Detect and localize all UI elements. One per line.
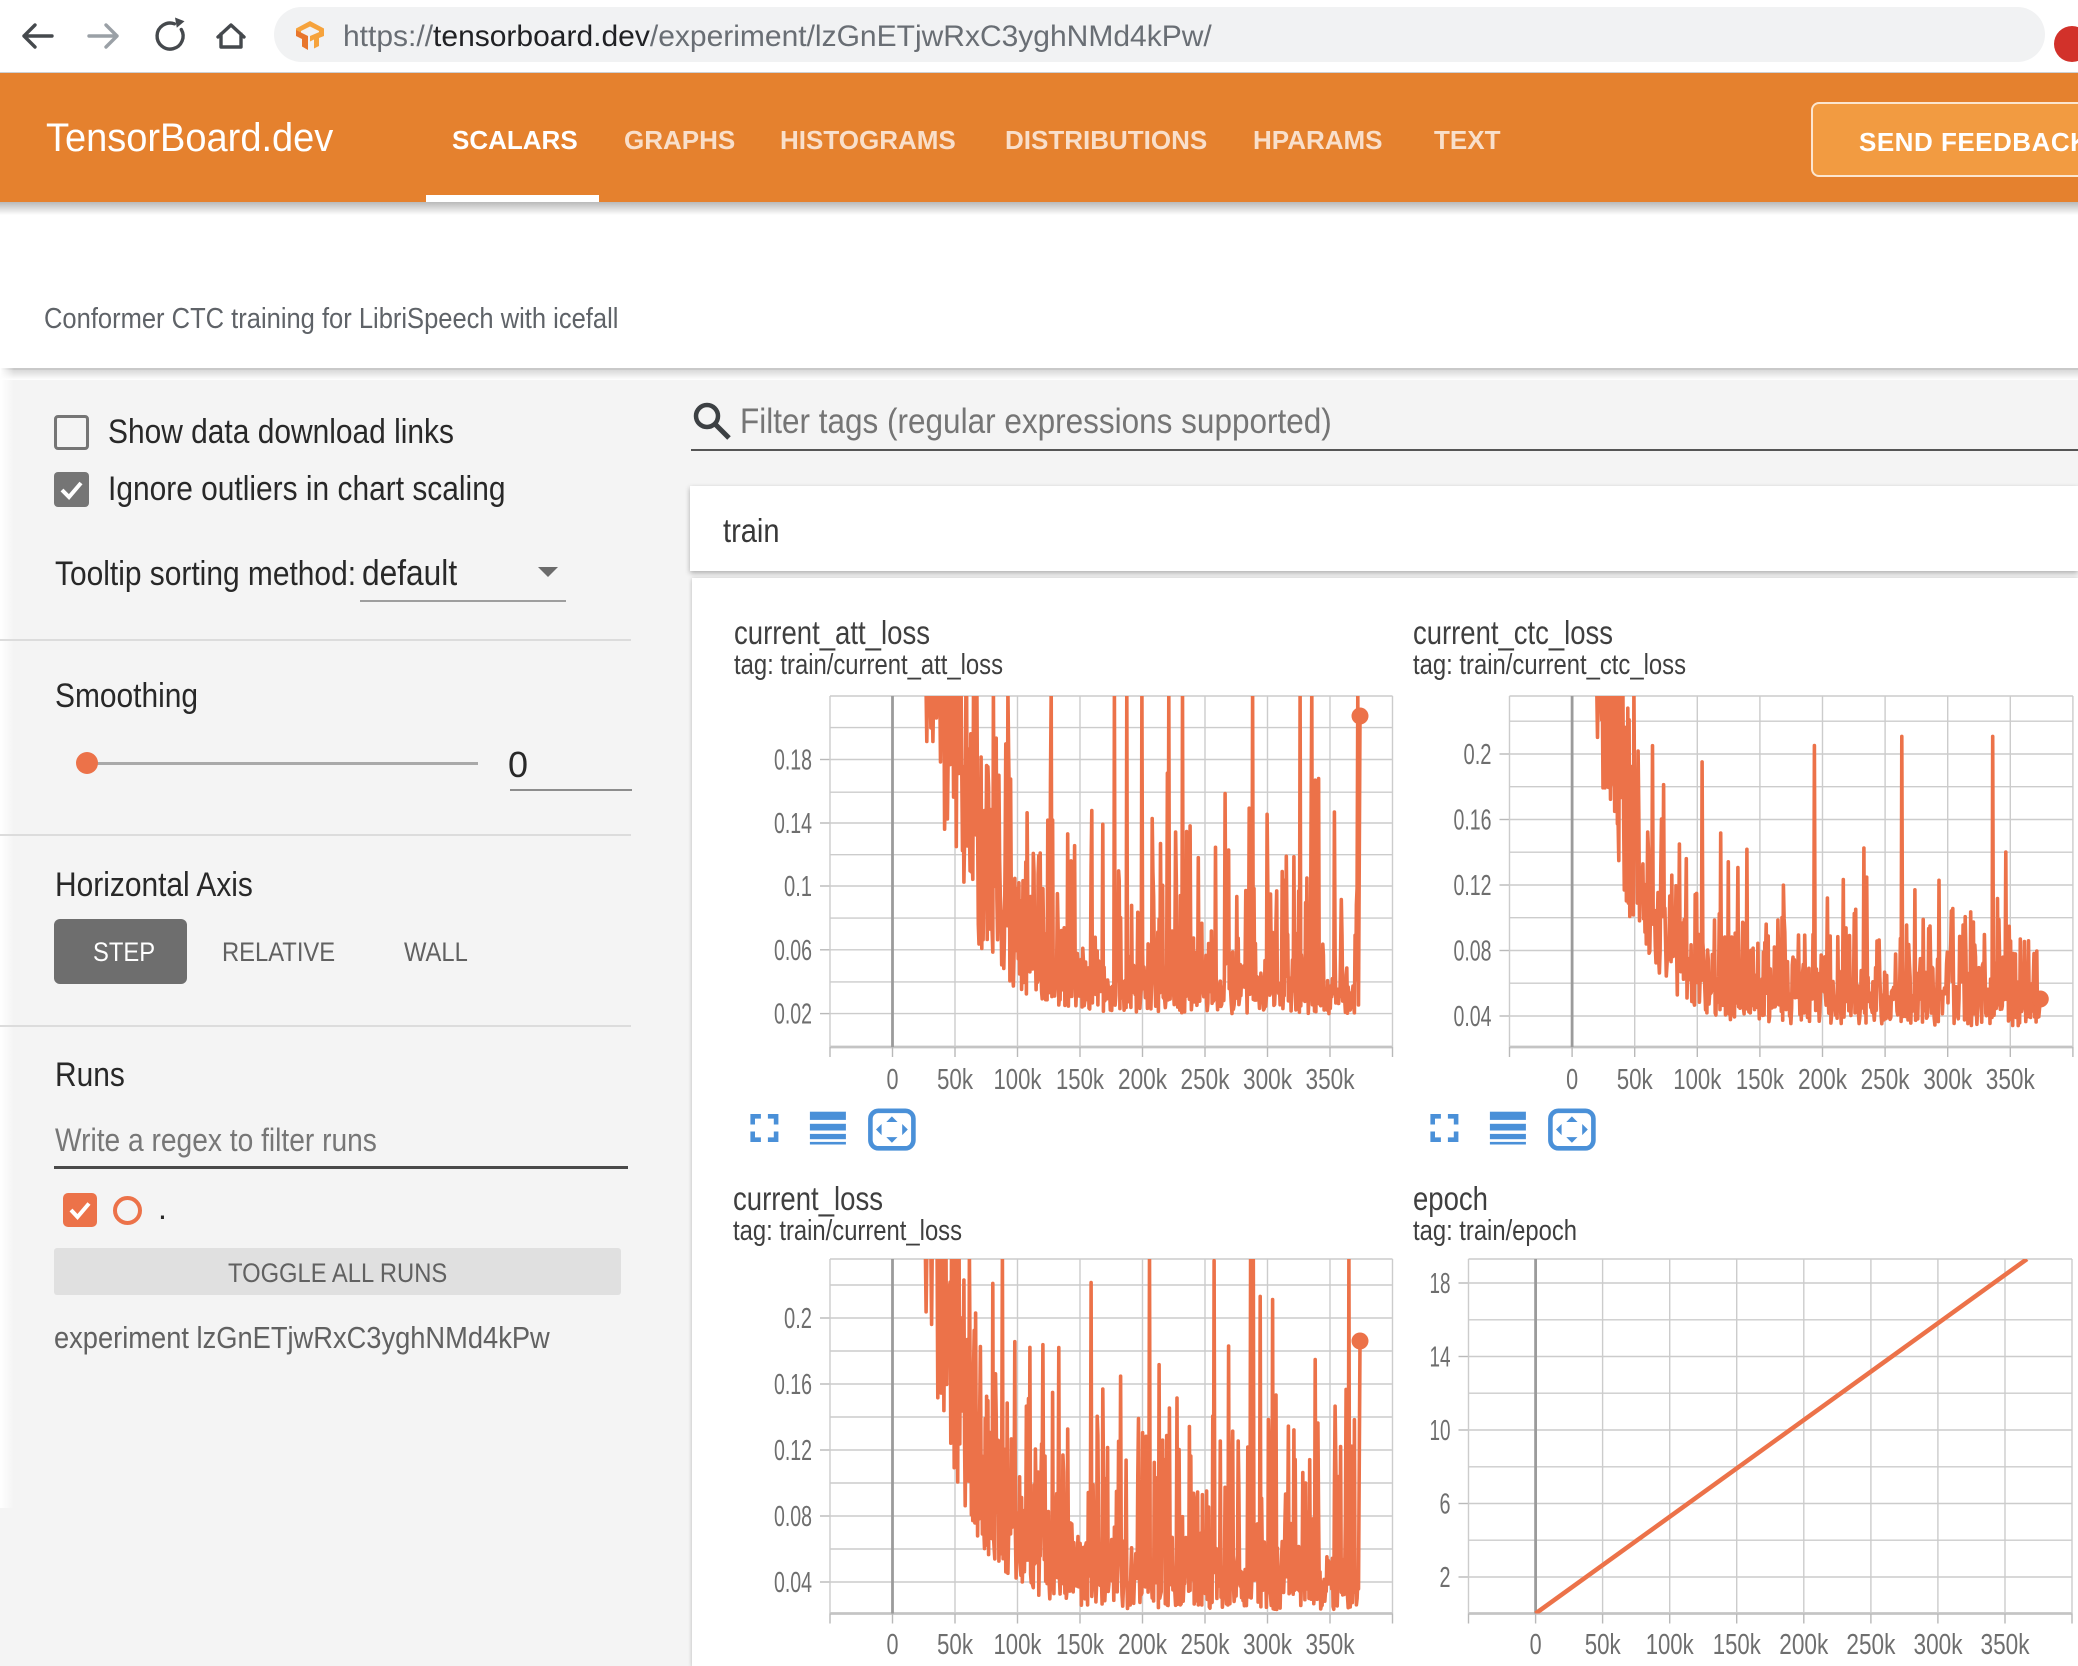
svg-text:300k: 300k bbox=[1923, 1064, 1972, 1096]
svg-text:0.12: 0.12 bbox=[1454, 870, 1492, 902]
svg-text:50k: 50k bbox=[1585, 1629, 1621, 1661]
svg-text:300k: 300k bbox=[1914, 1629, 1963, 1661]
svg-text:0.02: 0.02 bbox=[774, 999, 812, 1031]
svg-text:100k: 100k bbox=[1673, 1064, 1721, 1096]
svg-text:tag: train/current_att_loss: tag: train/current_att_loss bbox=[734, 649, 1003, 681]
svg-text:100k: 100k bbox=[994, 1629, 1042, 1661]
svg-text:100k: 100k bbox=[994, 1064, 1042, 1096]
svg-text:2: 2 bbox=[1440, 1562, 1451, 1594]
svg-text:150k: 150k bbox=[1736, 1064, 1784, 1096]
svg-text:0.12: 0.12 bbox=[774, 1435, 812, 1467]
svg-text:150k: 150k bbox=[1056, 1629, 1104, 1661]
svg-text:0: 0 bbox=[1566, 1064, 1578, 1096]
svg-text:250k: 250k bbox=[1181, 1629, 1230, 1661]
svg-text:350k: 350k bbox=[1306, 1629, 1355, 1661]
svg-text:current_ctc_loss: current_ctc_loss bbox=[1413, 614, 1613, 651]
svg-text:0.1: 0.1 bbox=[784, 871, 812, 903]
svg-text:14: 14 bbox=[1430, 1342, 1451, 1374]
svg-text:0.18: 0.18 bbox=[774, 745, 812, 777]
svg-text:0.14: 0.14 bbox=[774, 808, 812, 840]
svg-text:150k: 150k bbox=[1713, 1629, 1761, 1661]
svg-text:0.08: 0.08 bbox=[1454, 936, 1492, 968]
svg-text:50k: 50k bbox=[937, 1629, 973, 1661]
svg-text:250k: 250k bbox=[1846, 1629, 1895, 1661]
svg-text:tag: train/current_loss: tag: train/current_loss bbox=[733, 1215, 962, 1247]
svg-text:200k: 200k bbox=[1798, 1064, 1847, 1096]
svg-text:0.04: 0.04 bbox=[774, 1567, 812, 1599]
svg-text:0.16: 0.16 bbox=[1454, 805, 1492, 837]
svg-text:50k: 50k bbox=[1617, 1064, 1653, 1096]
svg-text:0.2: 0.2 bbox=[784, 1303, 812, 1335]
svg-text:350k: 350k bbox=[1306, 1064, 1355, 1096]
svg-text:tag: train/current_ctc_loss: tag: train/current_ctc_loss bbox=[1413, 649, 1686, 681]
svg-text:18: 18 bbox=[1430, 1268, 1451, 1300]
svg-text:350k: 350k bbox=[1986, 1064, 2035, 1096]
svg-text:250k: 250k bbox=[1861, 1064, 1910, 1096]
svg-text:300k: 300k bbox=[1243, 1629, 1292, 1661]
svg-text:300k: 300k bbox=[1243, 1064, 1292, 1096]
svg-text:0: 0 bbox=[887, 1064, 899, 1096]
svg-text:0.04: 0.04 bbox=[1454, 1001, 1492, 1033]
svg-text:current_loss: current_loss bbox=[733, 1180, 883, 1217]
svg-text:200k: 200k bbox=[1779, 1629, 1828, 1661]
svg-text:current_att_loss: current_att_loss bbox=[734, 614, 930, 651]
svg-text:350k: 350k bbox=[1981, 1629, 2030, 1661]
svg-text:0.16: 0.16 bbox=[774, 1369, 812, 1401]
svg-text:250k: 250k bbox=[1181, 1064, 1230, 1096]
svg-text:tag: train/epoch: tag: train/epoch bbox=[1413, 1215, 1577, 1247]
svg-text:150k: 150k bbox=[1056, 1064, 1104, 1096]
svg-text:0.2: 0.2 bbox=[1464, 739, 1492, 771]
svg-text:100k: 100k bbox=[1646, 1629, 1694, 1661]
svg-text:0: 0 bbox=[1530, 1629, 1542, 1661]
svg-text:10: 10 bbox=[1430, 1415, 1451, 1447]
svg-text:50k: 50k bbox=[937, 1064, 973, 1096]
svg-text:0.08: 0.08 bbox=[774, 1501, 812, 1533]
svg-text:epoch: epoch bbox=[1413, 1180, 1488, 1217]
svg-text:0: 0 bbox=[887, 1629, 899, 1661]
svg-text:200k: 200k bbox=[1118, 1064, 1167, 1096]
svg-text:6: 6 bbox=[1440, 1489, 1451, 1521]
svg-text:0.06: 0.06 bbox=[774, 935, 812, 967]
svg-text:200k: 200k bbox=[1118, 1629, 1167, 1661]
